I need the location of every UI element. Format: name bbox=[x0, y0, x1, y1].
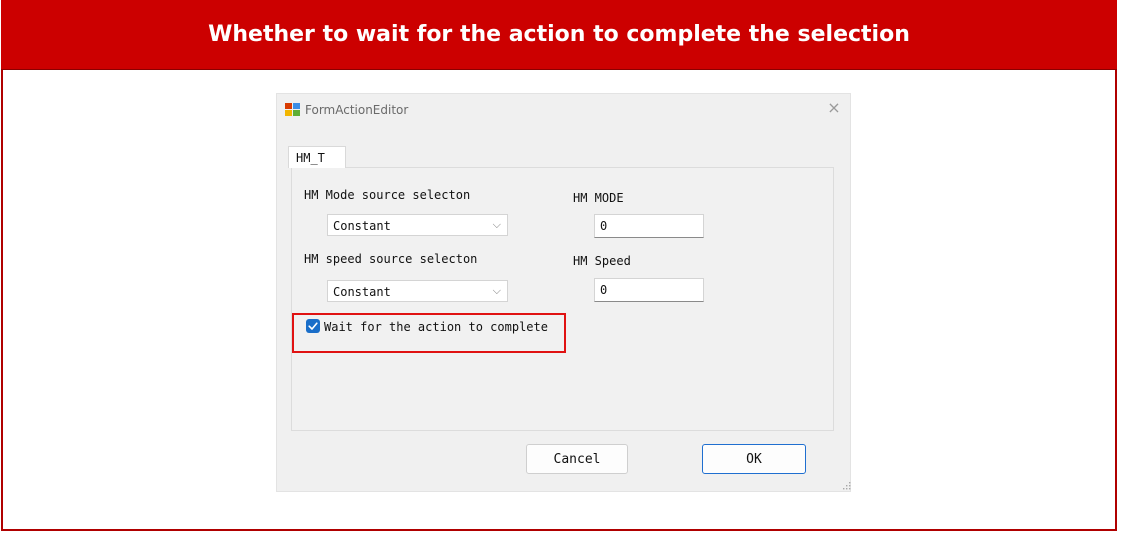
hm-mode-label: HM MODE bbox=[573, 191, 624, 205]
speed-source-dropdown[interactable]: Constant ⌵ bbox=[327, 280, 508, 302]
speed-source-label: HM speed source selecton bbox=[304, 252, 478, 266]
chevron-down-icon: ⌵ bbox=[492, 284, 501, 297]
highlight-box bbox=[292, 313, 566, 353]
banner-title: Whether to wait for the action to comple… bbox=[1, 0, 1117, 70]
hm-speed-input[interactable]: 0 bbox=[594, 278, 704, 302]
title-bar[interactable]: FormActionEditor × bbox=[277, 94, 850, 126]
mode-source-label: HM Mode source selecton bbox=[304, 188, 471, 202]
ok-button[interactable]: OK bbox=[702, 444, 806, 474]
mode-source-dropdown[interactable]: Constant ⌵ bbox=[327, 214, 508, 236]
speed-source-value: Constant bbox=[333, 285, 391, 299]
tab-hm-t[interactable]: HM_T bbox=[288, 146, 346, 168]
close-icon[interactable]: × bbox=[824, 98, 844, 118]
mode-source-value: Constant bbox=[333, 219, 391, 233]
resize-grip-icon[interactable] bbox=[843, 482, 851, 490]
window-title: FormActionEditor bbox=[305, 103, 409, 117]
hm-mode-input[interactable]: 0 bbox=[594, 214, 704, 238]
hm-speed-label: HM Speed bbox=[573, 254, 631, 268]
cancel-button[interactable]: Cancel bbox=[526, 444, 628, 474]
chevron-down-icon: ⌵ bbox=[492, 218, 501, 231]
form-app-icon bbox=[285, 103, 300, 116]
